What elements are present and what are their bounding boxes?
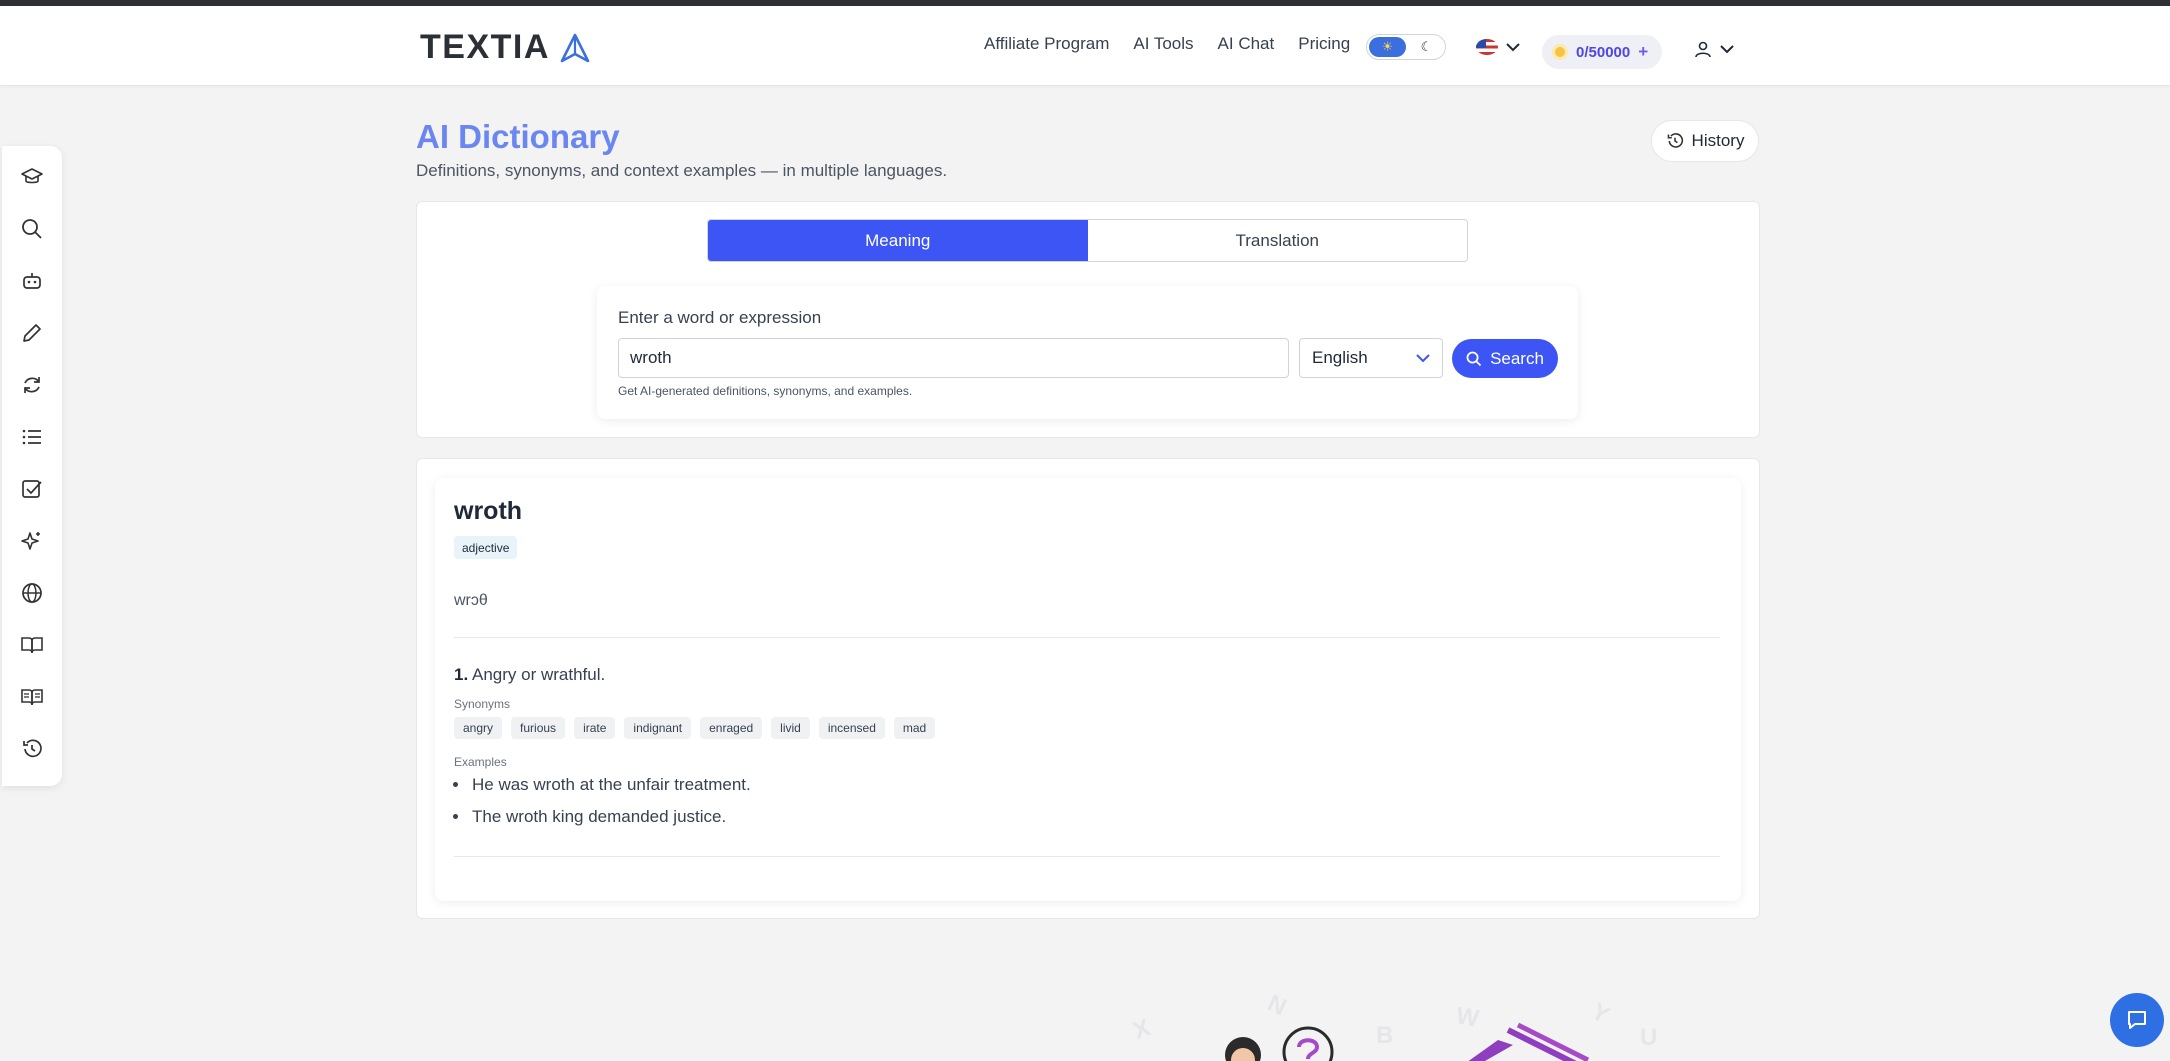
user-menu[interactable] <box>1694 40 1734 58</box>
checkbox-icon[interactable] <box>19 478 45 500</box>
illustration-art <box>1225 1022 1590 1061</box>
history-icon <box>1667 133 1683 148</box>
synonyms-list: angry furious irate indignant enraged li… <box>454 717 936 739</box>
search-icon <box>1466 351 1482 366</box>
result-word: wroth <box>454 497 523 525</box>
synonym-tag[interactable]: incensed <box>818 717 885 739</box>
phonetic-transcription: wrɔθ <box>454 592 488 609</box>
book-open-icon[interactable] <box>19 634 45 656</box>
tab-meaning[interactable]: Meaning <box>708 220 1088 261</box>
credits-badge[interactable]: 0/50000 + <box>1542 35 1663 69</box>
tools-sidebar <box>2 146 62 786</box>
word-input-label: Enter a word or expression <box>618 308 822 327</box>
synonym-tag[interactable]: angry <box>454 717 503 739</box>
history-label: History <box>1691 131 1745 150</box>
nav-affiliate-program[interactable]: Affiliate Program <box>984 34 1109 54</box>
chevron-down-icon <box>1416 354 1430 363</box>
synonym-tag[interactable]: irate <box>574 717 616 739</box>
search-button-label: Search <box>1490 348 1544 368</box>
page-title: AI Dictionary <box>416 118 620 155</box>
nav-ai-tools[interactable]: AI Tools <box>1133 34 1193 54</box>
add-credits-icon[interactable]: + <box>1638 42 1648 62</box>
theme-toggle[interactable]: ☀ ☾ <box>1366 34 1446 60</box>
globe-icon[interactable] <box>19 582 45 604</box>
page-subtitle: Definitions, synonyms, and context examp… <box>416 161 948 180</box>
history-button[interactable]: History <box>1651 120 1759 162</box>
search-button[interactable]: Search <box>1452 339 1558 378</box>
mode-tabs: Meaning Translation <box>707 219 1468 262</box>
synonym-tag[interactable]: livid <box>771 717 810 739</box>
synonym-tag[interactable]: furious <box>511 717 566 739</box>
chevron-down-icon <box>1506 43 1520 52</box>
refresh-icon[interactable] <box>19 374 45 396</box>
example-item: He was wroth at the unfair treatment. <box>470 775 751 795</box>
divider <box>454 637 1720 638</box>
synonym-tag[interactable]: mad <box>893 717 936 739</box>
decorative-illustration: X N B W Y U <box>1120 990 1680 1061</box>
language-select-value: English <box>1312 348 1368 367</box>
pencil-icon[interactable] <box>19 322 45 344</box>
logo[interactable]: TEXTIA <box>420 28 590 67</box>
user-icon <box>1695 41 1711 58</box>
header: TEXTIA Affiliate Program AI Tools AI Cha… <box>0 6 2170 86</box>
example-item: The wroth king demanded justice. <box>470 807 751 827</box>
divider <box>454 856 1720 857</box>
coin-icon <box>1552 44 1568 60</box>
credits-count: 0/50000 <box>1576 43 1631 61</box>
chat-support-button[interactable] <box>2110 993 2164 1047</box>
part-of-speech-badge: adjective <box>454 536 518 559</box>
book-text-icon[interactable] <box>19 686 45 708</box>
history-icon[interactable] <box>19 738 45 760</box>
language-menu[interactable] <box>1476 39 1520 55</box>
robot-icon[interactable] <box>19 270 45 292</box>
main-nav: Affiliate Program AI Tools AI Chat Prici… <box>984 34 1350 54</box>
language-select[interactable]: English <box>1299 338 1443 378</box>
examples-list: He was wroth at the unfair treatment. Th… <box>470 775 751 839</box>
definition: 1. Angry or wrathful. <box>454 665 605 685</box>
sparkles-icon[interactable] <box>19 530 45 552</box>
synonym-tag[interactable]: indignant <box>624 717 692 739</box>
sun-icon[interactable]: ☀ <box>1369 37 1406 57</box>
examples-label: Examples <box>454 755 507 769</box>
brand-name: TEXTIA <box>420 28 550 66</box>
chat-bubble-icon <box>2128 1011 2146 1029</box>
tab-translation[interactable]: Translation <box>1087 220 1467 261</box>
synonym-tag[interactable]: enraged <box>700 717 763 739</box>
search-icon[interactable] <box>19 218 45 240</box>
search-hint: Get AI-generated definitions, synonyms, … <box>618 384 913 398</box>
word-input[interactable] <box>618 338 1289 378</box>
us-flag-icon <box>1476 39 1498 55</box>
list-icon[interactable] <box>19 426 45 448</box>
definition-number: 1. <box>454 665 469 684</box>
nav-pricing[interactable]: Pricing <box>1298 34 1350 54</box>
definition-text: Angry or wrathful. <box>471 665 606 684</box>
chevron-down-icon <box>1720 45 1734 54</box>
nav-ai-chat[interactable]: AI Chat <box>1218 34 1275 54</box>
paper-plane-logo-icon <box>560 33 590 62</box>
synonyms-label: Synonyms <box>454 697 511 711</box>
graduation-cap-icon[interactable] <box>19 166 45 188</box>
moon-icon[interactable]: ☾ <box>1408 35 1445 59</box>
